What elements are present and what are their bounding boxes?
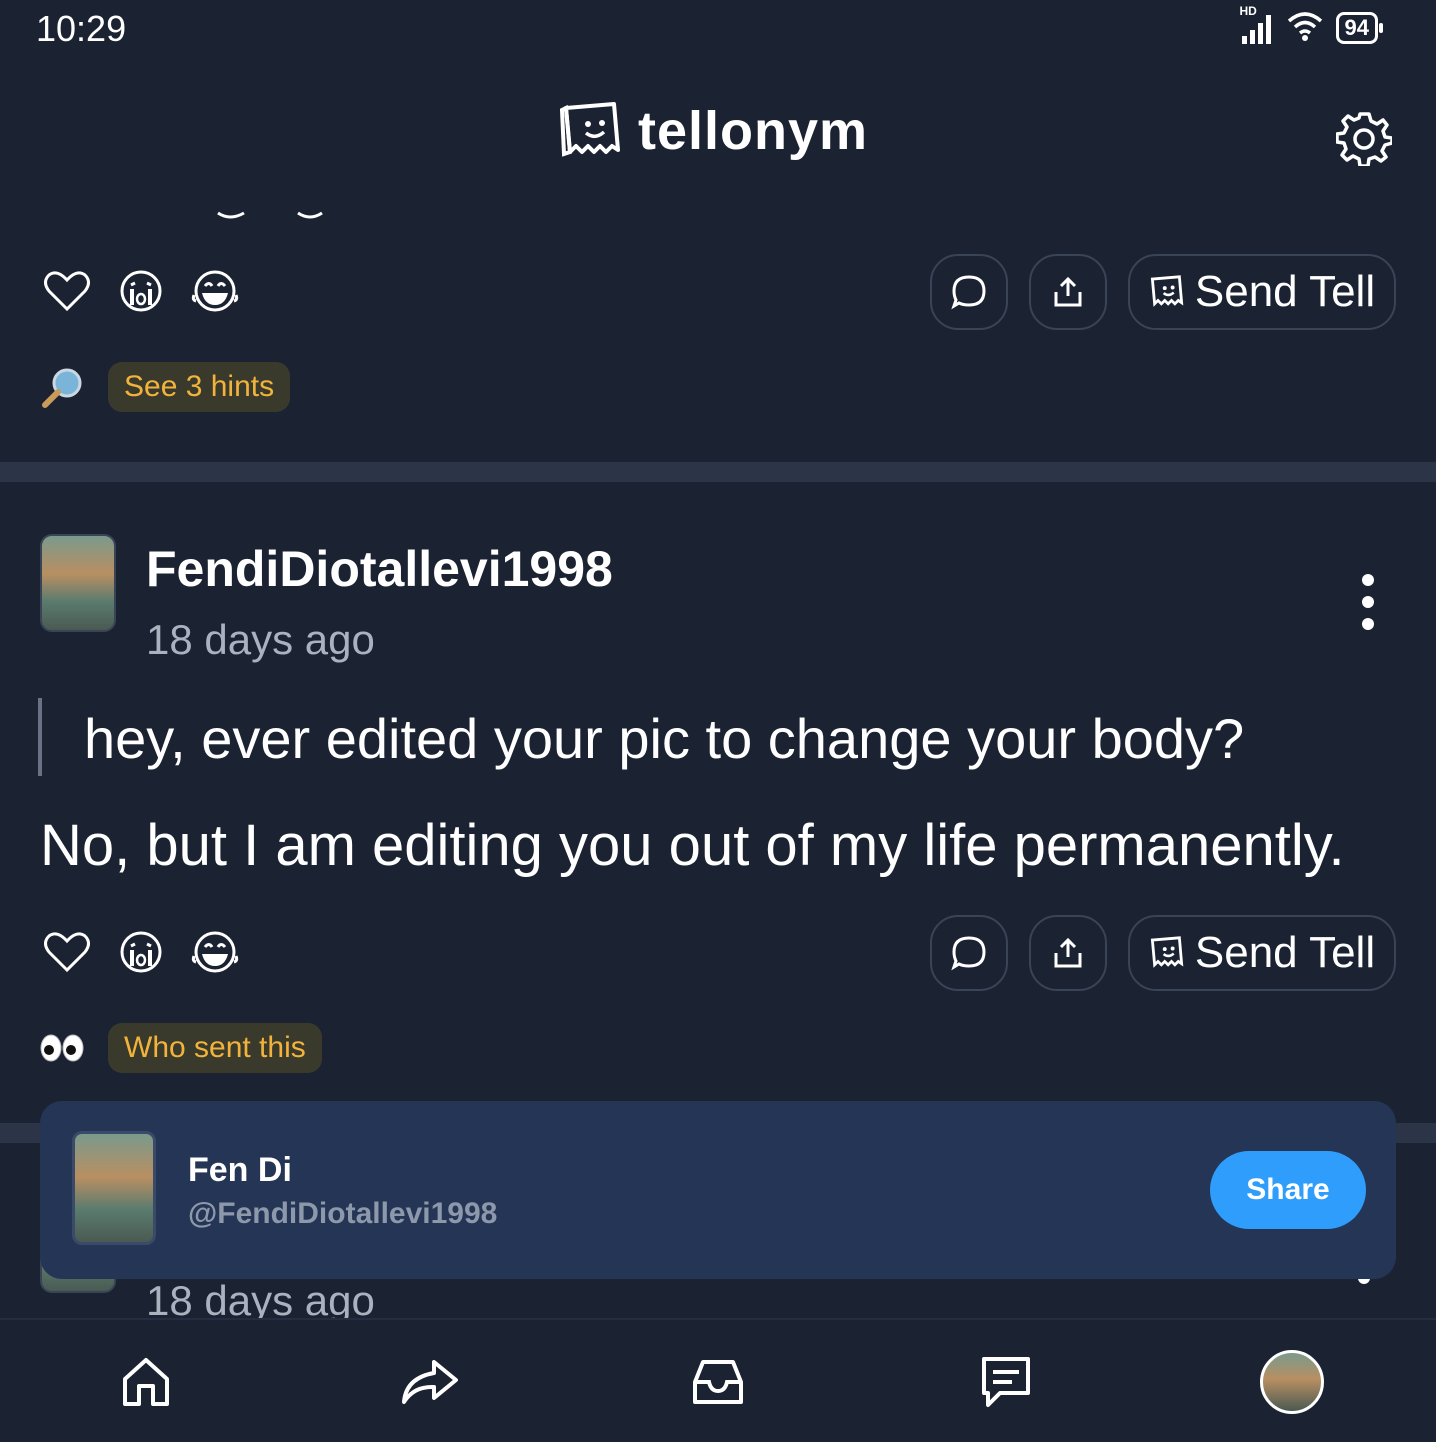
chat-icon[interactable] [974, 1350, 1038, 1414]
tellonym-mini-icon [1150, 275, 1184, 307]
see-hints-button[interactable]: See 3 hints [108, 362, 291, 412]
more-options-icon[interactable] [1358, 574, 1378, 630]
laughing-face-icon[interactable] [190, 927, 240, 977]
share-profile-toast: Fen Di @FendiDiotallevi1998 Share [40, 1101, 1396, 1279]
send-tell-button[interactable]: Send Tell [1128, 915, 1396, 991]
avatar [72, 1131, 156, 1245]
send-tell-button[interactable]: Send Tell [1128, 254, 1396, 330]
upload-share-icon [1054, 276, 1082, 307]
share-post-button[interactable] [1029, 915, 1107, 991]
home-icon[interactable] [114, 1350, 178, 1414]
crying-face-icon[interactable] [116, 927, 166, 977]
quote-bar [38, 698, 42, 776]
battery-icon: 94 [1335, 12, 1384, 44]
upload-share-icon [1054, 937, 1082, 968]
post-username[interactable]: FendiDiotallevi1998 [146, 540, 613, 598]
post-timestamp: 18 days ago [146, 616, 375, 663]
comment-button[interactable] [930, 915, 1008, 991]
comment-bubble-icon [951, 936, 986, 971]
status-icons: HD 94 [1240, 4, 1384, 48]
laughing-face-icon[interactable] [190, 266, 240, 316]
send-tell-label: Send Tell [1194, 928, 1376, 977]
comment-button[interactable] [930, 254, 1008, 330]
bottom-nav [0, 1318, 1436, 1442]
eyes-icon [40, 1030, 84, 1071]
profile-avatar-image [1260, 1350, 1324, 1414]
post-answer: No, but I am editing you out of my life … [40, 813, 1345, 878]
profile-avatar[interactable] [1260, 1350, 1324, 1414]
crying-face-icon[interactable] [116, 266, 166, 316]
tellonym-logo-icon [560, 102, 620, 157]
share-arrow-icon[interactable] [398, 1350, 462, 1414]
reaction-row [42, 266, 240, 316]
inbox-icon[interactable] [686, 1350, 750, 1414]
wifi-icon [1286, 10, 1324, 47]
status-time: 10:29 [36, 8, 127, 49]
app-logo: tellonym [560, 100, 868, 162]
post-reaction-row [42, 927, 240, 977]
magnifier-icon [40, 366, 84, 415]
toast-display-name: Fen Di [188, 1151, 292, 1189]
who-sent-button[interactable]: Who sent this [108, 1023, 322, 1073]
post-divider [0, 462, 1436, 482]
post-question: hey, ever edited your pic to change your… [84, 707, 1245, 770]
toast-handle: @FendiDiotallevi1998 [188, 1197, 498, 1230]
share-post-button[interactable] [1029, 254, 1107, 330]
heart-icon[interactable] [42, 266, 92, 316]
app-title: tellonym [638, 101, 869, 161]
avatar[interactable] [40, 534, 116, 632]
heart-icon[interactable] [42, 927, 92, 977]
hd-badge: HD [1239, 4, 1257, 18]
comment-bubble-icon [951, 275, 986, 310]
signal-icon: HD [1240, 4, 1274, 46]
tellonym-mini-icon [1150, 936, 1184, 968]
gear-icon[interactable] [1335, 110, 1394, 168]
send-tell-label: Send Tell [1194, 267, 1376, 316]
cut-off-text [210, 208, 330, 219]
share-button[interactable]: Share [1210, 1151, 1366, 1229]
